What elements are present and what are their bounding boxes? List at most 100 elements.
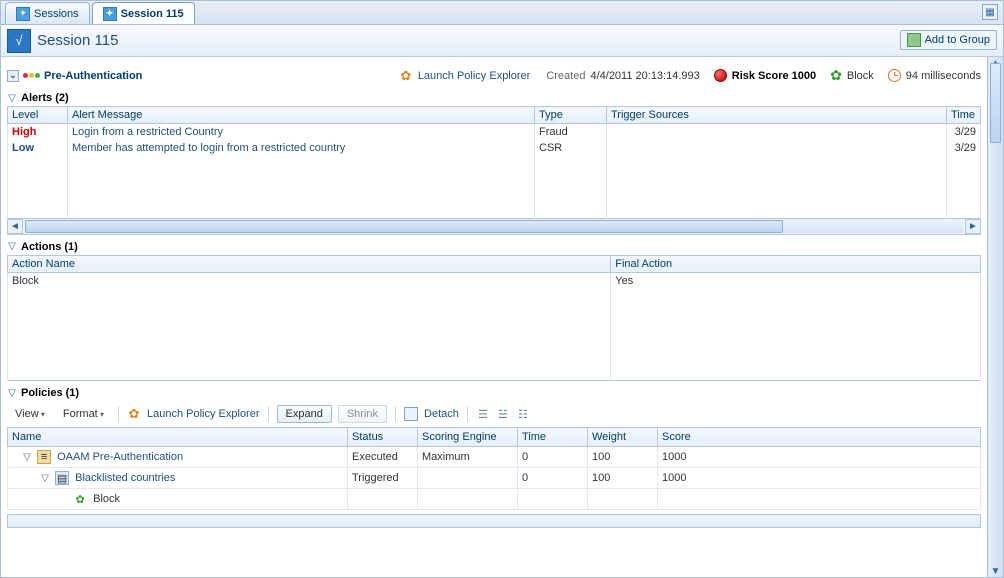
detach-button[interactable]: Detach bbox=[424, 408, 459, 420]
checkpoint-toggle[interactable]: ⌄ bbox=[7, 70, 19, 82]
clock-icon bbox=[888, 69, 901, 82]
tab-session-detail-label: Session 115 bbox=[121, 8, 184, 20]
checkpoint-time: 94 milliseconds bbox=[906, 70, 981, 82]
alert-trigger bbox=[607, 124, 947, 141]
tree-twisty-icon[interactable]: ▽ bbox=[40, 473, 50, 484]
main-scroll-area: ⌄ Pre-Authentication ✿ Launch Policy Exp… bbox=[1, 57, 987, 577]
alert-icon bbox=[714, 69, 727, 82]
scroll-thumb[interactable] bbox=[25, 220, 783, 233]
created-label: Created bbox=[546, 70, 585, 82]
view-menu[interactable]: View bbox=[9, 406, 51, 422]
action-name: Block bbox=[8, 272, 611, 289]
pol-status: Executed bbox=[348, 447, 418, 468]
launch-policy-explorer-link[interactable]: Launch Policy Explorer bbox=[418, 70, 531, 82]
session-icon: ✦ bbox=[103, 7, 117, 21]
actions-col-name[interactable]: Action Name bbox=[8, 255, 611, 272]
pulse-icon: √ bbox=[7, 29, 31, 53]
traffic-light-icon bbox=[23, 73, 40, 78]
alerts-col-level[interactable]: Level bbox=[8, 107, 68, 124]
actions-toggle[interactable]: ▽ bbox=[7, 241, 17, 253]
policies-toolbar: View Format ✿ Launch Policy Explorer Exp… bbox=[7, 401, 981, 427]
policies-toggle[interactable]: ▽ bbox=[7, 387, 17, 399]
policy-row[interactable]: ▽ ≡ OAAM Pre-Authentication Executed Max… bbox=[8, 447, 981, 468]
alerts-hscrollbar[interactable]: ◄ ► bbox=[7, 219, 981, 235]
policy-name: Block bbox=[93, 493, 120, 505]
pol-score: 1000 bbox=[658, 468, 981, 489]
action-row[interactable]: Block Yes bbox=[8, 272, 981, 289]
tree-expand-all-icon[interactable]: ☰ bbox=[476, 407, 490, 421]
scroll-right-icon[interactable]: ► bbox=[965, 219, 981, 234]
pol-col-engine[interactable]: Scoring Engine bbox=[418, 428, 518, 447]
scroll-thumb[interactable] bbox=[990, 63, 1001, 143]
policy-name[interactable]: Blacklisted countries bbox=[75, 472, 175, 484]
alert-msg[interactable]: Member has attempted to login from a res… bbox=[72, 142, 345, 154]
policies-footer-strip bbox=[7, 514, 981, 528]
alert-time: 3/29 bbox=[947, 124, 981, 141]
tab-sessions-label: Sessions bbox=[34, 8, 79, 20]
scroll-left-icon[interactable]: ◄ bbox=[7, 219, 23, 234]
alert-level: Low bbox=[12, 142, 34, 154]
actions-heading: Actions (1) bbox=[21, 241, 78, 253]
pol-col-weight[interactable]: Weight bbox=[588, 428, 658, 447]
tab-session-detail[interactable]: ✦ Session 115 bbox=[92, 2, 195, 24]
tree-show-as-top-icon[interactable]: ☷ bbox=[516, 407, 530, 421]
alerts-toggle[interactable]: ▽ bbox=[7, 92, 17, 104]
title-bar: √ Session 115 Add to Group bbox=[1, 25, 1003, 57]
alert-row[interactable]: High Login from a restricted Country Fra… bbox=[8, 124, 981, 141]
alert-time: 3/29 bbox=[947, 140, 981, 156]
policy-row[interactable]: ▽ ▤ Blacklisted countries Triggered 0 10… bbox=[8, 468, 981, 489]
format-menu[interactable]: Format bbox=[57, 406, 110, 422]
risk-score: Risk Score 1000 bbox=[732, 70, 816, 82]
alerts-col-trig[interactable]: Trigger Sources bbox=[607, 107, 947, 124]
pol-time bbox=[518, 489, 588, 510]
group-icon bbox=[907, 33, 921, 47]
add-to-group-label: Add to Group bbox=[925, 34, 990, 46]
action-final: Yes bbox=[611, 272, 981, 289]
alerts-col-time[interactable]: Time bbox=[947, 107, 981, 124]
pol-engine: Maximum bbox=[418, 447, 518, 468]
pol-engine bbox=[418, 489, 518, 510]
policy-explorer-icon: ✿ bbox=[127, 407, 141, 421]
page-title: Session 115 bbox=[37, 32, 118, 49]
sessions-icon: ✦ bbox=[16, 7, 30, 21]
shrink-button: Shrink bbox=[338, 405, 387, 423]
pol-col-name[interactable]: Name bbox=[8, 428, 348, 447]
tree-twisty-icon[interactable]: ▽ bbox=[22, 452, 32, 463]
launch-policy-explorer-link2[interactable]: Launch Policy Explorer bbox=[147, 408, 260, 420]
pol-col-score[interactable]: Score bbox=[658, 428, 981, 447]
policies-table: Name Status Scoring Engine Time Weight S… bbox=[7, 427, 981, 510]
policy-explorer-icon: ✿ bbox=[399, 69, 413, 83]
checkpoint-action: Block bbox=[847, 70, 874, 82]
pol-weight: 100 bbox=[588, 447, 658, 468]
policy-name[interactable]: OAAM Pre-Authentication bbox=[57, 451, 183, 463]
alerts-col-type[interactable]: Type bbox=[535, 107, 607, 124]
alert-type: Fraud bbox=[535, 124, 607, 141]
alert-level: High bbox=[12, 126, 36, 138]
gear-icon: ✿ bbox=[830, 67, 842, 84]
alert-trigger bbox=[607, 140, 947, 156]
add-to-group-button[interactable]: Add to Group bbox=[900, 30, 997, 50]
expand-button[interactable]: Expand bbox=[277, 405, 332, 423]
pol-col-time[interactable]: Time bbox=[518, 428, 588, 447]
alerts-col-msg[interactable]: Alert Message bbox=[68, 107, 535, 124]
pol-col-status[interactable]: Status bbox=[348, 428, 418, 447]
tabs-overflow-icon[interactable]: ▦ bbox=[982, 4, 998, 20]
pol-status bbox=[348, 489, 418, 510]
pol-time: 0 bbox=[518, 468, 588, 489]
tree-collapse-all-icon[interactable]: ☱ bbox=[496, 407, 510, 421]
alert-msg[interactable]: Login from a restricted Country bbox=[72, 126, 223, 138]
pol-score bbox=[658, 489, 981, 510]
checkpoint-status-row: ✿ Launch Policy Explorer Created 4/4/201… bbox=[399, 67, 981, 84]
policy-icon: ≡ bbox=[37, 450, 51, 464]
pol-time: 0 bbox=[518, 447, 588, 468]
actions-col-final[interactable]: Final Action bbox=[611, 255, 981, 272]
scroll-down-icon[interactable]: ▼ bbox=[988, 564, 1003, 578]
pol-score: 1000 bbox=[658, 447, 981, 468]
vertical-scrollbar[interactable]: ▲ ▼ bbox=[987, 57, 1003, 577]
alert-row[interactable]: Low Member has attempted to login from a… bbox=[8, 140, 981, 156]
tabs-bar: ✦ Sessions ✦ Session 115 ▦ bbox=[1, 1, 1003, 25]
tab-sessions[interactable]: ✦ Sessions bbox=[5, 2, 90, 24]
actions-table: Action Name Final Action Block Yes bbox=[7, 255, 981, 382]
created-value: 4/4/2011 20:13:14.993 bbox=[590, 70, 699, 82]
policy-row[interactable]: ✿ Block bbox=[8, 489, 981, 510]
